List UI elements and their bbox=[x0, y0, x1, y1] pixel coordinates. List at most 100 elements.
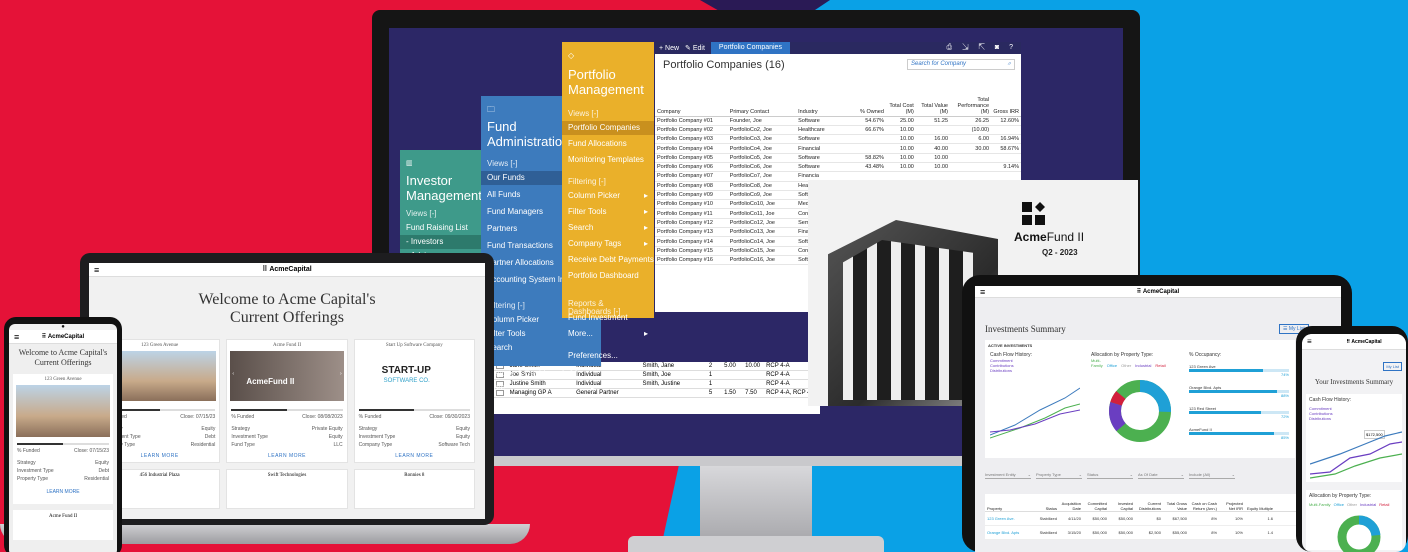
column-header[interactable]: Total Value (M) bbox=[915, 76, 950, 117]
column-header[interactable]: Projected Net IRR bbox=[1219, 501, 1245, 511]
learn-more-link[interactable]: LEARN MORE bbox=[355, 449, 474, 459]
offering-card-title[interactable]: Ronnies 8 bbox=[353, 469, 475, 509]
nav-item-portfolio-companies[interactable]: Portfolio Companies bbox=[562, 121, 654, 135]
occupancy-row: Orange Blvd. Apts 88% bbox=[1189, 385, 1289, 398]
column-header[interactable]: Primary Contact bbox=[727, 76, 797, 117]
offering-card[interactable]: Start Up Software Company START-UP SOFTWAR… bbox=[353, 339, 475, 463]
table-cell: Stabilized bbox=[1039, 516, 1057, 521]
menu-icon[interactable]: ≡ bbox=[14, 330, 19, 344]
column-header[interactable]: Invested Capital bbox=[1109, 501, 1135, 511]
partner-cell bbox=[721, 380, 742, 388]
label: Column Picker bbox=[568, 191, 621, 200]
column-header[interactable]: Committed Capital bbox=[1083, 501, 1109, 511]
detail-value: Debt bbox=[98, 468, 109, 474]
nav-item-receive-debt[interactable]: Receive Debt Payments bbox=[562, 253, 654, 267]
table-cell: Healthcare bbox=[796, 125, 848, 136]
close-date: Close: 07/15/23 bbox=[180, 414, 216, 420]
filter-label: As Of Date bbox=[1138, 472, 1158, 477]
edit-button[interactable]: ✎ Edit bbox=[685, 44, 705, 52]
views-toggle[interactable]: Views [-] bbox=[562, 107, 654, 121]
prev-arrow-icon[interactable]: ‹ bbox=[232, 371, 234, 377]
table-cell: Portfolio Company #01 bbox=[655, 116, 728, 126]
table-cell: 6.00 bbox=[950, 134, 992, 145]
detail-label: Company Type bbox=[358, 442, 393, 448]
table-cell: 10% bbox=[1234, 516, 1243, 521]
legend-item: Other bbox=[1121, 363, 1132, 368]
nav-item-fund-allocations[interactable]: Fund Allocations bbox=[562, 137, 654, 151]
my-list-button[interactable]: My List bbox=[1383, 362, 1402, 371]
offering-card-title[interactable]: Swift Technologies bbox=[226, 469, 348, 509]
table-row[interactable]: Portfolio Company #04 PortfolioCo4, Joe Fi… bbox=[655, 143, 1021, 154]
table-row[interactable]: Portfolio Company #02 PortfolioCo2, Joe He… bbox=[655, 125, 1021, 136]
column-header[interactable]: Cash on Cash Return (Ann.) bbox=[1189, 501, 1219, 511]
column-header[interactable]: Total Performance (M) bbox=[950, 76, 992, 117]
column-header[interactable]: Company bbox=[655, 76, 728, 117]
table-cell[interactable]: 123 Green Ave. bbox=[985, 516, 1037, 521]
table-cell: 16.94% bbox=[991, 134, 1021, 145]
table-cell[interactable]: Orange Blvd. Apts bbox=[985, 530, 1037, 535]
offering-card[interactable]: 123 Green Avenue % Funded Close: 07/15/23… bbox=[13, 374, 113, 504]
column-header[interactable]: Status bbox=[1037, 506, 1059, 511]
table-cell bbox=[991, 153, 1021, 164]
brand-name: Fund II bbox=[1046, 230, 1085, 244]
nav-item-more[interactable]: More... ▸ bbox=[562, 327, 654, 341]
column-header[interactable]: Equity Multiple bbox=[1245, 506, 1275, 511]
nav-item-company-tags[interactable]: Company Tags ▸ bbox=[562, 237, 654, 251]
column-header[interactable]: Gross IRR bbox=[991, 76, 1021, 117]
learn-more-link[interactable]: LEARN MORE bbox=[13, 483, 113, 495]
table-row[interactable]: Portfolio Company #03 PortfolioCo3, Joe So… bbox=[655, 134, 1021, 145]
next-arrow-icon[interactable]: › bbox=[340, 371, 342, 377]
filter-label: Status bbox=[1087, 472, 1099, 477]
breadcrumb[interactable]: Portfolio Companies bbox=[710, 42, 790, 54]
reports-toggle[interactable]: Reports & Dashboards [-] bbox=[481, 367, 601, 381]
toolbar-icons[interactable]: ⎙ ⇲ ⇱ ◙ ? bbox=[947, 44, 1021, 52]
column-header[interactable]: Total Cost (M) bbox=[885, 76, 916, 117]
next-card-title[interactable]: Acme Fund II bbox=[13, 510, 113, 540]
filter-dropdown[interactable]: As Of Date ⌄ bbox=[1138, 472, 1184, 479]
filter-dropdown[interactable]: Include (All) ⌄ bbox=[1189, 472, 1235, 479]
menu-icon[interactable]: ≡ bbox=[980, 286, 985, 298]
offering-card[interactable]: Acme Fund II AcmeFund II ‹ › % Funded Close: … bbox=[226, 339, 348, 463]
detail-label: Investment Type bbox=[358, 434, 396, 440]
tablet-screen: ≡ ⠿ AcmeCapital Investments Summary ☰ My … bbox=[975, 286, 1341, 552]
nav-item-column-picker[interactable]: Column Picker ▸ bbox=[562, 189, 654, 203]
table-row[interactable]: Portfolio Company #01 Founder, Joe Softwar… bbox=[655, 116, 1021, 126]
learn-more-link[interactable]: LEARN MORE bbox=[227, 449, 346, 459]
column-header[interactable]: Acquisition Date bbox=[1059, 501, 1083, 511]
table-row[interactable]: 123 Green Ave. Stabilized 4/11/20 $50,000 $5… bbox=[985, 512, 1335, 526]
nav-item-portfolio-dashboard[interactable]: Portfolio Dashboard bbox=[562, 269, 654, 283]
column-header[interactable]: Property bbox=[985, 506, 1037, 511]
search-input[interactable]: Search for Company ⌕ bbox=[907, 59, 1015, 70]
partner-cell: 10.00 bbox=[745, 363, 761, 369]
menu-icon[interactable]: ≡ bbox=[94, 263, 99, 277]
filter-dropdown[interactable]: Status ⌄ bbox=[1087, 472, 1133, 479]
filter-dropdown[interactable]: Property Type ⌄ bbox=[1036, 472, 1082, 479]
filtering-toggle[interactable]: Filtering [-] bbox=[562, 175, 654, 189]
menu-icon[interactable]: ≡ bbox=[1307, 334, 1312, 350]
nav-item-monitoring-templates[interactable]: Monitoring Templates bbox=[562, 153, 654, 167]
table-cell: PortfolioCo15, Joe bbox=[727, 246, 797, 256]
caret-right-icon: ▸ bbox=[643, 223, 648, 232]
nav-item-preferences[interactable]: Preferences... bbox=[481, 401, 601, 415]
nav-item-filter-tools[interactable]: Filter Tools ▸ bbox=[562, 205, 654, 219]
table-cell: Financial bbox=[796, 143, 848, 154]
column-header[interactable]: Current Distributions bbox=[1135, 501, 1163, 511]
acme-logo-icon bbox=[1022, 202, 1045, 225]
column-header[interactable]: Total Gross Value bbox=[1163, 501, 1189, 511]
new-button[interactable]: + New bbox=[659, 45, 679, 52]
table-cell: PortfolioCo9, Joe bbox=[727, 190, 797, 201]
detail-value: Residential bbox=[84, 476, 109, 482]
table-cell: 26.25 bbox=[950, 116, 992, 126]
search-icon: ⌕ bbox=[1007, 61, 1011, 67]
filter-dropdown[interactable]: Investment Entity ⌄ bbox=[985, 472, 1031, 479]
table-row[interactable]: Portfolio Company #05 PortfolioCo5, Joe So… bbox=[655, 153, 1021, 164]
column-header[interactable]: % Owned bbox=[847, 76, 886, 117]
nav-item-more[interactable]: More... ▸ bbox=[481, 381, 601, 395]
table-row[interactable]: Portfolio Company #06 PortfolioCo6, Joe So… bbox=[655, 162, 1021, 173]
table-cell: Stabilized bbox=[1039, 530, 1057, 535]
reports-toggle[interactable]: Reports & Dashboards [-] bbox=[562, 297, 654, 316]
nav-item-search[interactable]: Search ▸ bbox=[562, 221, 654, 235]
nav-item-preferences[interactable]: Preferences... bbox=[562, 349, 654, 363]
table-row[interactable]: Orange Blvd. Apts Stabilized 3/15/20 $50,00… bbox=[985, 526, 1335, 540]
column-header[interactable]: Industry bbox=[796, 76, 848, 117]
